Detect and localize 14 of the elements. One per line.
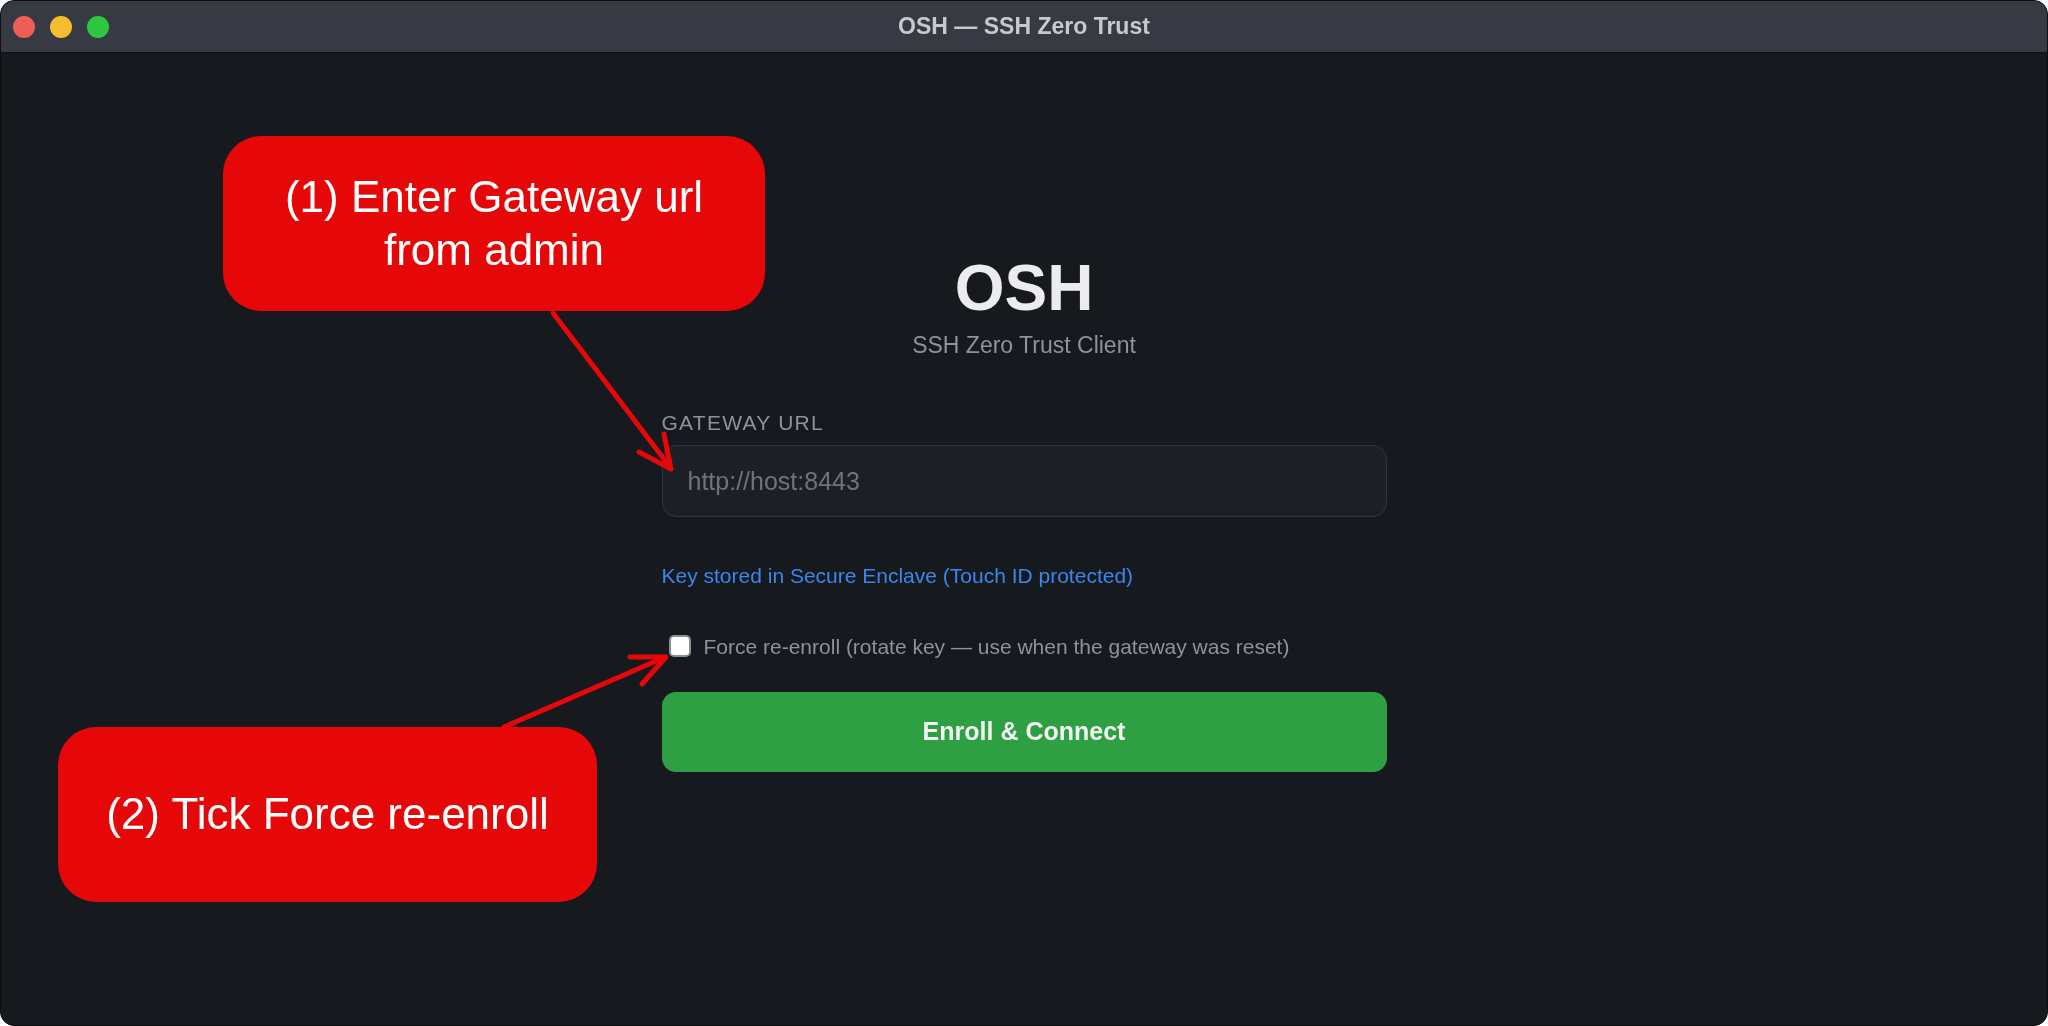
minimize-button[interactable] bbox=[50, 15, 72, 38]
app-title: OSH bbox=[953, 256, 1095, 320]
annotation-callout: (1) Enter Gateway url from admin bbox=[223, 136, 765, 311]
annotation-callout: (2) Tick Force re-enroll bbox=[58, 727, 597, 902]
app-subtitle: SSH Zero Trust Client bbox=[911, 334, 1137, 357]
key-status-text: Key stored in Secure Enclave (Touch ID protected) bbox=[661, 565, 1134, 586]
maximize-button[interactable] bbox=[87, 15, 109, 38]
gateway-url-field[interactable]: http://host:8443 bbox=[661, 445, 1387, 517]
window-title: OSH — SSH Zero Trust bbox=[898, 15, 1150, 38]
close-button[interactable] bbox=[13, 15, 35, 38]
enroll-connect-button[interactable]: Enroll & Connect bbox=[661, 692, 1387, 772]
checkbox-label: Force re-enroll (rotate key — use when the gateway was reset) bbox=[703, 635, 1290, 657]
field-label: GATEWAY URL bbox=[661, 412, 824, 433]
checkbox[interactable] bbox=[668, 635, 691, 657]
